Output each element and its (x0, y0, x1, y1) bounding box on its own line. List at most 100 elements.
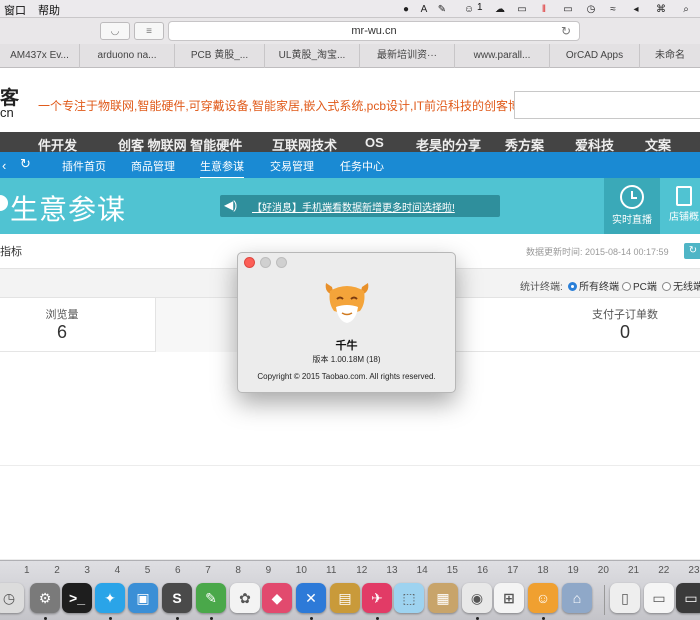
qianniu-icon[interactable]: ☺ (528, 583, 558, 613)
sketchbook-icon[interactable]: ◆ (262, 583, 292, 613)
archive-icon[interactable]: ▦ (428, 583, 458, 613)
bookmark-item[interactable]: 最新培训资··· (360, 44, 455, 68)
site-nav-item[interactable]: OS (365, 135, 384, 150)
app-copyright: Copyright © 2015 Taobao.com. All rights … (257, 372, 436, 381)
reader-button[interactable]: ≡ (134, 22, 164, 40)
radio-selected-icon (568, 282, 577, 291)
site-nav-item[interactable]: 创客 物联网 智能硬件 (118, 135, 242, 152)
photos-icon[interactable]: ✿ (230, 583, 260, 613)
tab-task-center[interactable]: 任务中心 (340, 158, 384, 174)
messenger-icon[interactable]: ✈ (362, 583, 392, 613)
pen-icon[interactable]: ✎ (436, 3, 448, 15)
radio-all-terminals[interactable]: 所有终端 (568, 278, 619, 293)
site-header: 客 cn 一个专注于物联网,智能硬件,可穿戴设备,智能家居,嵌入式系统,pcb设… (0, 69, 700, 132)
site-nav-item[interactable]: 秀方案 (505, 135, 544, 152)
document-icon[interactable]: ▯ (610, 583, 640, 613)
tab-business-advisor[interactable]: 生意参谋 (200, 158, 244, 179)
trash-icon[interactable]: ▭ (676, 583, 700, 613)
wifi-icon[interactable]: ≈ (607, 3, 619, 15)
radio-wireless[interactable]: 无线端 (662, 278, 700, 293)
evernote-icon[interactable]: ✎ (196, 583, 226, 613)
bookmark-item[interactable]: arduono na... (80, 44, 175, 68)
bookmark-item[interactable]: UL黄股_淘宝... (265, 44, 360, 68)
stat-title: 浏览量 (45, 309, 79, 321)
record-icon[interactable]: ● (400, 3, 412, 15)
dock-slot-number: 13 (386, 565, 398, 576)
spotlight-icon[interactable]: ⌕ (680, 3, 692, 15)
site-nav-item[interactable]: 爱科技 (575, 135, 614, 152)
dock-slot-number: 22 (658, 565, 670, 576)
tab-plugin-home[interactable]: 插件首页 (62, 158, 106, 174)
radio-icon (662, 282, 671, 291)
monitor-icon[interactable]: ▭ (516, 3, 528, 15)
dock-slot-number: 3 (84, 565, 90, 576)
site-nav-item[interactable]: 文案 (645, 135, 671, 152)
stat-card[interactable]: 支付子订单数 0 (545, 298, 700, 352)
bookmark-item[interactable]: OrCAD Apps (550, 44, 640, 68)
battery-icon[interactable]: ▭ (562, 3, 574, 15)
input-method-icon[interactable]: ⌘ (655, 3, 667, 15)
banner-logo-icon (0, 195, 8, 211)
menu-help[interactable]: 帮助 (38, 2, 60, 18)
refresh-data-button[interactable]: ↻ (684, 243, 700, 259)
maps-icon[interactable]: ⬚ (394, 583, 424, 613)
screen-sharing-icon[interactable]: ▣ (128, 583, 158, 613)
bookmark-item[interactable]: PCB 黄股_... (175, 44, 265, 68)
dock-slot-number: 8 (235, 565, 241, 576)
xcode-icon[interactable]: ✕ (296, 583, 326, 613)
terminal-icon[interactable]: >_ (62, 583, 92, 613)
bookmark-item[interactable]: 未命名 (640, 44, 700, 68)
system-preferences-icon[interactable]: ⚙ (30, 583, 60, 613)
site-nav-item[interactable]: 互联网技术 (272, 135, 337, 152)
dock-slot-number: 14 (416, 565, 428, 576)
stat-card[interactable]: 浏览量 6 (0, 298, 154, 352)
finder-tool-icon[interactable]: ⌂ (562, 583, 592, 613)
site-nav-item[interactable]: 件开发 (38, 135, 77, 152)
radio-icon (622, 282, 631, 291)
pocket-icon: ◡ (110, 25, 120, 37)
mac-menubar: 窗口 帮助 ● A ✎ ☺ 1 ☁ ▭ ‖ ▭ ◷ ≈ ◂ ⌘ ⌕ (0, 0, 700, 18)
document-icon (676, 186, 692, 206)
clock-icon[interactable]: ◷ (0, 583, 24, 613)
store-overview-button[interactable]: 店铺概 (664, 178, 700, 234)
address-bar[interactable]: mr-wu.cn ↻ (168, 21, 580, 41)
windows-icon[interactable]: ⊞ (494, 583, 524, 613)
clock-icon (620, 185, 644, 209)
app-name: 千牛 (335, 340, 358, 352)
adobe-icon[interactable]: A (418, 3, 430, 15)
chrome-icon[interactable]: ◉ (462, 583, 492, 613)
sublime-text-icon[interactable]: S (162, 583, 192, 613)
bookmark-item[interactable]: www.parall... (455, 44, 550, 68)
bookmark-item[interactable]: AM437x Ev... (0, 44, 80, 68)
qianniu-menubar-icon[interactable]: ☺ (463, 3, 475, 15)
pocket-button[interactable]: ◡ (100, 22, 130, 40)
dock-slot-number: 4 (114, 565, 121, 576)
close-button[interactable] (244, 257, 255, 268)
site-search-input[interactable] (514, 91, 700, 119)
refresh-icon[interactable]: ↻ (20, 156, 31, 172)
stat-title: 支付子订单数 (592, 309, 658, 321)
business-advisor-banner: 生意参谋 ◀) 【好消息】手机端看数据新增更多时间选择啦! 实时直播 店铺概 (0, 178, 700, 234)
back-icon[interactable]: ‹ (2, 158, 6, 173)
drive-icon[interactable]: ▭ (644, 583, 674, 613)
time-machine-icon[interactable]: ◷ (585, 3, 597, 15)
notice-text[interactable]: 【好消息】手机端看数据新增更多时间选择啦! (252, 199, 455, 214)
tab-trade-management[interactable]: 交易管理 (270, 158, 314, 174)
reload-icon[interactable]: ↻ (561, 22, 571, 40)
notice-bar[interactable]: ◀) 【好消息】手机端看数据新增更多时间选择啦! (220, 195, 500, 217)
radio-pc[interactable]: PC端 (622, 278, 657, 293)
pause-icon[interactable]: ‖ (538, 3, 550, 15)
cloud-icon[interactable]: ☁ (494, 3, 506, 15)
twitter-icon[interactable]: ✦ (95, 583, 125, 613)
preview-icon[interactable]: ▤ (330, 583, 360, 613)
tab-product-management[interactable]: 商品管理 (131, 158, 175, 174)
volume-icon[interactable]: ◂ (630, 3, 642, 15)
site-logo-domain[interactable]: cn (0, 105, 14, 120)
dock-slot-number: 21 (628, 565, 640, 576)
site-nav-item[interactable]: 老昊的分享 (416, 135, 481, 152)
realtime-live-button[interactable]: 实时直播 (604, 178, 660, 234)
dock-slot-number: 23 (688, 565, 700, 576)
dock-slot-number: 7 (205, 565, 211, 576)
menu-window[interactable]: 窗口 (4, 2, 26, 18)
site-tagline: 一个专注于物联网,智能硬件,可穿戴设备,智能家居,嵌入式系统,pcb设计,IT前… (38, 99, 533, 113)
